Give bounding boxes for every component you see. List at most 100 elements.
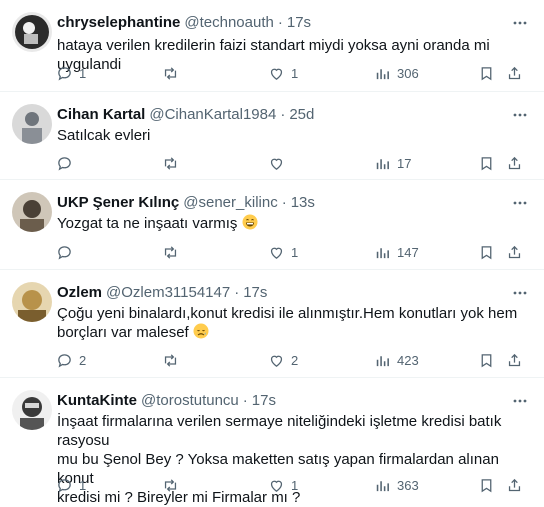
display-name[interactable]: UKP Şener Kılınç [57,194,179,212]
display-name[interactable]: Cihan Kartal [57,106,145,124]
retweet-button[interactable] [162,350,185,370]
tweet-header: Ozlem @Ozlem31154147 · 17s [57,284,504,302]
more-options-button[interactable] [510,194,530,212]
retweet-button[interactable] [162,153,185,173]
tweet-text-line: borçları var malesef [57,324,189,341]
retweet-button[interactable] [162,242,185,262]
share-button[interactable] [506,475,523,495]
retweet-icon [164,478,177,492]
reply-button[interactable] [56,242,79,262]
reply-button[interactable] [56,153,79,173]
more-icon [513,21,527,25]
separator-dot: · [280,106,286,123]
sad-face-emoji-icon [193,323,209,339]
timestamp[interactable]: 17s [243,284,267,302]
tweet-actions: 2 2 423 [48,350,530,370]
avatar[interactable] [12,282,52,322]
tweet-text: Satılcak evleri [57,126,530,145]
display-name[interactable]: chryselephantine [57,14,180,32]
tweet-text-line-wrap: borçları var malesef [57,323,530,342]
retweet-button[interactable] [162,475,185,495]
like-button[interactable]: 2 [268,350,298,370]
tweet-header: KuntaKinte @torostutuncu · 17s [57,392,504,410]
like-button[interactable]: 1 [268,63,298,83]
timestamp[interactable]: 17s [252,392,276,410]
reply-button[interactable]: 1 [56,475,86,495]
bookmark-icon [481,66,492,80]
display-name[interactable]: Ozlem [57,284,102,302]
share-icon [508,156,521,169]
timestamp[interactable]: 13s [291,194,315,212]
share-button[interactable] [506,242,523,262]
view-count: 423 [397,352,419,368]
bookmark-button[interactable] [478,242,495,262]
views-button[interactable]: 306 [374,63,419,83]
more-options-button[interactable] [510,14,530,32]
avatar[interactable] [12,12,52,52]
like-button[interactable] [268,153,291,173]
retweet-icon [164,156,177,170]
tweet-actions: 17 [48,153,530,173]
like-button[interactable]: 1 [268,242,298,262]
user-handle[interactable]: @torostutuncu [141,392,239,410]
avatar[interactable] [12,104,52,144]
tweet[interactable]: UKP Şener Kılınç @sener_kilinc · 13s Yoz… [0,180,544,270]
views-button[interactable]: 423 [374,350,419,370]
more-options-button[interactable] [510,284,530,302]
heart-icon [270,68,283,80]
tweet[interactable]: chryselephantine @technoauth · 17s hatay… [0,0,544,92]
tweet-text-line: Çoğu yeni binalardı,konut kredisi ile al… [57,305,518,322]
view-count: 17 [397,155,412,171]
display-name[interactable]: KuntaKinte [57,392,137,410]
bookmark-icon [481,353,492,367]
retweet-button[interactable] [162,63,185,83]
timestamp[interactable]: 25d [289,106,314,124]
views-button[interactable]: 17 [374,153,411,173]
share-button[interactable] [506,350,523,370]
avatar[interactable] [12,390,52,430]
share-button[interactable] [506,153,523,173]
like-button[interactable]: 1 [268,475,298,495]
bookmark-button[interactable] [478,475,495,495]
reply-count: 1 [79,477,87,493]
view-count: 363 [397,477,419,493]
more-options-button[interactable] [510,392,530,410]
retweet-icon [164,353,177,367]
tweet-header: Cihan Kartal @CihanKartal1984 · 25d [57,106,504,124]
share-icon [508,245,521,258]
share-icon [508,66,521,79]
bookmark-button[interactable] [478,153,495,173]
user-handle[interactable]: @CihanKartal1984 [149,106,276,124]
share-button[interactable] [506,63,523,83]
bookmark-button[interactable] [478,63,495,83]
tweet-text: Yozgat ta ne inşaatı varmış [57,214,530,233]
views-button[interactable]: 363 [374,475,419,495]
bookmark-icon [481,156,492,170]
user-handle[interactable]: @technoauth [184,14,273,32]
more-icon [513,399,527,403]
tweet[interactable]: Cihan Kartal @CihanKartal1984 · 25d Satı… [0,92,544,180]
tweet[interactable]: KuntaKinte @torostutuncu · 17s İnşaat fi… [0,378,544,507]
bookmark-button[interactable] [478,350,495,370]
tweet[interactable]: Ozlem @Ozlem31154147 · 17s Çoğu yeni bin… [0,270,544,378]
user-handle[interactable]: @Ozlem31154147 [106,284,230,302]
tweet-text: Çoğu yeni binalardı,konut kredisi ile al… [57,304,530,342]
tweet-text-line: Satılcak evleri [57,127,151,144]
tweet-header: UKP Şener Kılınç @sener_kilinc · 13s [57,194,504,212]
share-icon [508,478,521,491]
like-count: 1 [291,477,299,493]
separator-dot: · [277,14,283,31]
heart-icon [270,158,283,170]
retweet-icon [164,245,177,259]
reply-button[interactable]: 2 [56,350,86,370]
user-handle[interactable]: @sener_kilinc [183,194,277,212]
more-icon [513,201,527,205]
more-options-button[interactable] [510,106,530,124]
views-icon [376,480,389,491]
views-button[interactable]: 147 [374,242,419,262]
reply-button[interactable]: 1 [56,63,86,83]
reply-icon [58,66,71,80]
timestamp[interactable]: 17s [287,14,311,32]
tweet-actions: 1 1 306 [48,63,530,83]
avatar[interactable] [12,192,52,232]
